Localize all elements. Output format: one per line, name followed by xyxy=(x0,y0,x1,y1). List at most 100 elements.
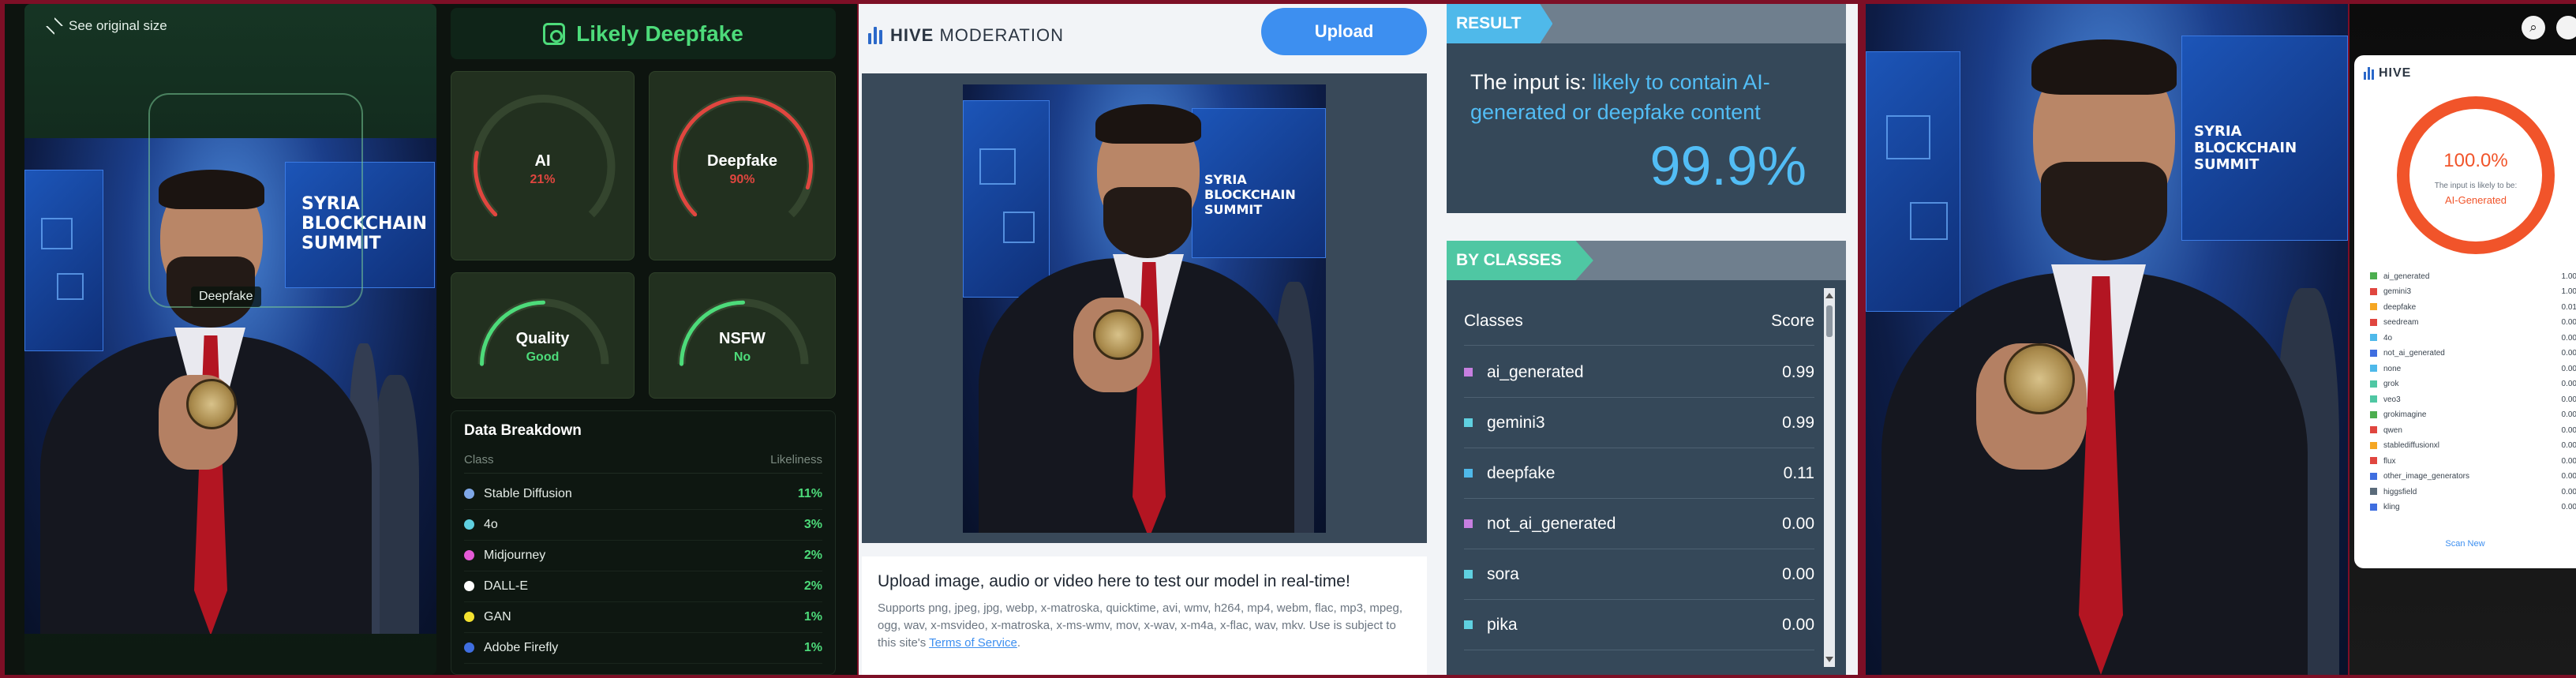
face-detection-box xyxy=(148,93,363,308)
hive-extension-popup: HIVE 100.0% The input is likely to be: A… xyxy=(2354,55,2576,568)
extension-class-row: seedream 0.00 xyxy=(2370,315,2576,331)
class-name: gemini3 xyxy=(1487,413,1545,432)
class-swatch xyxy=(2370,318,2377,326)
terms-link[interactable]: Terms of Service xyxy=(929,636,1017,650)
fullsize-photo: SYRIA BLOCKCHAIN SUMMIT xyxy=(1866,4,2348,675)
extension-class-row: ai_generated 1.00 xyxy=(2370,268,2576,284)
breakdown-row: 4o 3% xyxy=(464,510,822,541)
extension-class-row: none 0.00 xyxy=(2370,361,2576,376)
ring-label: AI-Generated xyxy=(2444,194,2507,206)
gauge-card-deepfake: Deepfake 90% xyxy=(649,71,836,260)
class-score: 0.00 xyxy=(2561,380,2576,388)
class-score: 0.99 xyxy=(1782,413,1814,432)
class-color-dot xyxy=(464,550,474,561)
scroll-down-icon[interactable] xyxy=(1825,657,1833,662)
scan-new-link[interactable]: Scan New xyxy=(2354,539,2576,549)
class-swatch xyxy=(2370,303,2377,311)
class-likeliness: 1% xyxy=(803,641,822,654)
expand-icon xyxy=(45,17,64,36)
extension-class-row: grokimagine 0.00 xyxy=(2370,407,2576,423)
fullsize-photo-panel: SYRIA BLOCKCHAIN SUMMIT xyxy=(1866,4,2348,675)
ring-percent: 100.0% xyxy=(2443,150,2508,171)
class-swatch xyxy=(1464,570,1473,579)
see-original-label: See original size xyxy=(69,18,167,33)
result-tag: RESULT xyxy=(1447,4,1553,43)
class-swatch xyxy=(2370,410,2377,418)
class-name: 4o xyxy=(484,518,498,531)
class-score: 0.00 xyxy=(1782,615,1814,634)
class-swatch xyxy=(2370,488,2377,496)
see-original-size-button[interactable]: See original size xyxy=(45,17,167,36)
class-score: 0.00 xyxy=(2561,410,2576,419)
upload-button[interactable]: Upload xyxy=(1261,8,1427,55)
class-name: other_image_generators xyxy=(2383,472,2469,481)
class-score: 1.00 xyxy=(2561,287,2576,296)
class-score: 1.00 xyxy=(2561,272,2576,281)
extension-toggle-button[interactable] xyxy=(2556,16,2576,39)
class-score: 0.00 xyxy=(1782,514,1814,533)
logo-light: MODERATION xyxy=(939,25,1064,45)
upload-description: Supports png, jpeg, jpg, webp, x-matrosk… xyxy=(878,601,1403,650)
hive-logo-icon xyxy=(2364,67,2374,80)
class-column-header: Class xyxy=(464,453,494,466)
class-score: 0.00 xyxy=(2561,425,2576,435)
class-score: 0.00 xyxy=(1782,564,1814,583)
extension-class-row: flux 0.00 xyxy=(2370,453,2576,469)
verdict-banner: Likely Deepfake xyxy=(451,8,836,59)
class-name: not_ai_generated xyxy=(2383,349,2445,358)
scroll-thumb[interactable] xyxy=(1826,305,1833,337)
class-score: 0.00 xyxy=(2561,364,2576,373)
extension-class-row: higgsfield 0.00 xyxy=(2370,484,2576,500)
gauge-value: 90% xyxy=(729,173,755,186)
class-swatch xyxy=(2370,380,2377,388)
gauge-label: Deepfake xyxy=(707,152,777,170)
class-row: gemini3 0.99 xyxy=(1464,398,1814,448)
classes-scrollbar[interactable] xyxy=(1824,288,1835,667)
class-name: GAN xyxy=(484,610,511,624)
breakdown-row: DALL-E 2% xyxy=(464,571,822,602)
class-swatch xyxy=(2370,457,2377,465)
scroll-up-icon[interactable] xyxy=(1825,293,1833,298)
deepfake-detector-panel: See original size SYRIA BLOCKCHAIN SUMMI… xyxy=(5,4,857,675)
score-column-header: Score xyxy=(1771,312,1814,330)
zoom-icon[interactable]: ⌕ xyxy=(2522,16,2545,39)
gauge-label: AI xyxy=(534,152,551,170)
class-swatch xyxy=(1464,418,1473,428)
extension-class-row: grok 0.00 xyxy=(2370,376,2576,392)
extension-class-row: other_image_generators 0.00 xyxy=(2370,469,2576,485)
result-text: The input is: likely to contain AI-gener… xyxy=(1470,67,1822,127)
class-swatch xyxy=(1464,368,1473,377)
class-color-dot xyxy=(464,642,474,654)
likeliness-column-header: Likeliness xyxy=(770,453,822,466)
extension-class-row: gemini3 1.00 xyxy=(2370,284,2576,300)
class-name: stablediffusionxl xyxy=(2383,441,2439,450)
gauge-card-quality: Quality Good xyxy=(451,272,635,399)
class-swatch xyxy=(2370,272,2377,280)
class-name: Adobe Firefly xyxy=(484,641,559,654)
preview-photo: SYRIA BLOCKCHAIN SUMMIT xyxy=(963,84,1326,533)
class-swatch xyxy=(1464,469,1473,478)
extension-class-row: veo3 0.00 xyxy=(2370,391,2576,407)
class-name: grokimagine xyxy=(2383,410,2427,419)
breakdown-row: Midjourney 2% xyxy=(464,541,822,571)
class-likeliness: 2% xyxy=(803,549,822,562)
class-swatch xyxy=(2370,441,2377,449)
breakdown-row: Stable Diffusion 11% xyxy=(464,479,822,510)
extension-logo: HIVE xyxy=(2364,66,2411,81)
scan-icon xyxy=(543,22,566,45)
class-score: 0.00 xyxy=(2561,456,2576,466)
class-name: ai_generated xyxy=(2383,272,2430,281)
hive-logo: HIVE MODERATION xyxy=(868,25,1064,46)
class-swatch xyxy=(2370,426,2377,434)
data-breakdown: Data Breakdown Class Likeliness Stable D… xyxy=(451,410,836,675)
screenshot-stage: See original size SYRIA BLOCKCHAIN SUMMI… xyxy=(0,0,2576,678)
classes-card: BY CLASSES Classes Score ai_generated 0.9… xyxy=(1447,241,1846,675)
class-color-dot xyxy=(464,489,474,500)
class-swatch xyxy=(2370,349,2377,357)
class-name: Stable Diffusion xyxy=(484,487,572,500)
result-prefix: The input is: xyxy=(1470,70,1587,94)
class-swatch xyxy=(2370,334,2377,342)
class-name: higgsfield xyxy=(2383,487,2417,496)
ring-subtitle: The input is likely to be: xyxy=(2434,182,2518,190)
score-ring: 100.0% The input is likely to be: AI-Gen… xyxy=(2397,96,2555,254)
